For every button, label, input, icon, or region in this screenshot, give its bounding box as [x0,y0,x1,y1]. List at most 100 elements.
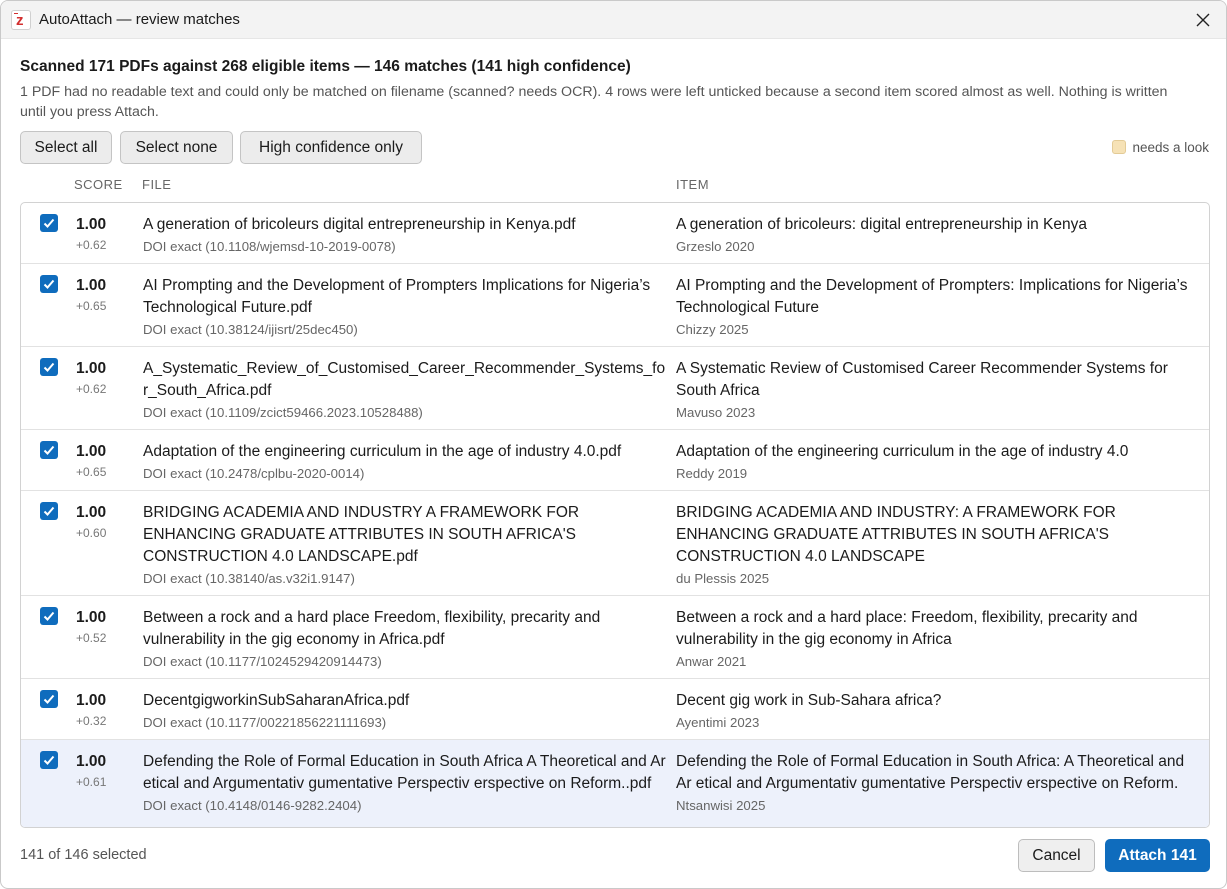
row-checkbox[interactable] [40,358,58,376]
item-author-year: Reddy 2019 [676,466,748,481]
item-title: A generation of bricoleurs: digital entr… [676,216,1088,233]
high-confidence-only-button[interactable]: High confidence only [240,131,422,164]
column-header-item[interactable]: ITEM [676,177,709,192]
item-author-year: Ntsanwisi 2025 [676,798,766,813]
checkmark-icon [43,611,55,621]
match-method: DOI exact (10.2478/cplbu-2020-0014) [143,466,365,481]
file-cell: DecentgigworkinSubSaharanAfrica.pdf DOI … [143,690,668,732]
table-row[interactable]: 1.00 +0.62 A_Systematic_Review_of_Custom… [21,347,1209,430]
match-method: DOI exact (10.1177/00221856221111693) [143,715,387,730]
row-checkbox[interactable] [40,690,58,708]
zotero-icon: z [11,10,31,30]
checkmark-icon [43,279,55,289]
checkmark-icon [43,694,55,704]
score-value: 1.00 [76,504,107,521]
column-header-score[interactable]: SCORE [74,177,123,192]
score-margin: +0.32 [76,714,107,728]
file-name: DecentgigworkinSubSaharanAfrica.pdf [143,692,410,709]
item-title: Decent gig work in Sub-Sahara africa? [676,692,942,709]
file-cell: A generation of bricoleurs digital entre… [143,214,668,256]
item-cell: AI Prompting and the Development of Prom… [676,275,1196,339]
table-row[interactable]: 1.00 +0.60 BRIDGING ACADEMIA AND INDUSTR… [21,491,1209,596]
file-name: AI Prompting and the Development of Prom… [143,277,651,316]
score-margin: +0.62 [76,382,107,396]
item-author-year: Mavuso 2023 [676,405,756,420]
matches-list[interactable]: 1.00 +0.62 A generation of bricoleurs di… [20,202,1210,828]
autoattach-dialog: z AutoAttach — review matches Scanned 17… [0,0,1227,889]
select-none-button[interactable]: Select none [120,131,233,164]
match-method: DOI exact (10.38140/as.v32i1.9147) [143,571,355,586]
table-row[interactable]: 1.00 +0.32 DecentgigworkinSubSaharanAfri… [21,679,1209,740]
table-row[interactable]: 1.00 +0.61 Defending the Role of Formal … [21,740,1209,827]
checkmark-icon [43,755,55,765]
score-value: 1.00 [76,216,107,233]
checkmark-icon [43,218,55,228]
summary-description: 1 PDF had no readable text and could onl… [20,84,1168,120]
row-checkbox[interactable] [40,607,58,625]
select-all-button[interactable]: Select all [20,131,112,164]
item-title: BRIDGING ACADEMIA AND INDUSTRY: A FRAMEW… [676,504,1116,565]
score-value: 1.00 [76,277,107,294]
file-name: Defending the Role of Formal Education i… [143,753,666,792]
file-name: BRIDGING ACADEMIA AND INDUSTRY A FRAMEWO… [143,504,580,565]
table-row[interactable]: 1.00 +0.65 AI Prompting and the Developm… [21,264,1209,347]
item-author-year: Chizzy 2025 [676,322,749,337]
row-checkbox[interactable] [40,441,58,459]
item-title: AI Prompting and the Development of Prom… [676,277,1188,316]
legend-label: needs a look [1132,140,1209,155]
table-row[interactable]: 1.00 +0.62 A generation of bricoleurs di… [21,203,1209,264]
match-method: DOI exact (10.38124/ijisrt/25dec450) [143,322,358,337]
score-margin: +0.65 [76,299,107,313]
match-method: DOI exact (10.1177/1024529420914473) [143,654,382,669]
row-checkbox[interactable] [40,214,58,232]
item-title: Adaptation of the engineering curriculum… [676,443,1129,460]
table-row[interactable]: 1.00 +0.65 Adaptation of the engineering… [21,430,1209,491]
checkmark-icon [43,445,55,455]
item-cell: Defending the Role of Formal Education i… [676,751,1196,815]
row-checkbox[interactable] [40,275,58,293]
score-value: 1.00 [76,753,107,770]
close-icon [1196,13,1210,27]
checkmark-icon [43,506,55,516]
item-cell: A generation of bricoleurs: digital entr… [676,214,1196,256]
item-title: A Systematic Review of Customised Career… [676,360,1168,399]
file-name: Between a rock and a hard place Freedom,… [143,609,601,648]
item-cell: BRIDGING ACADEMIA AND INDUSTRY: A FRAMEW… [676,502,1196,588]
column-header-file[interactable]: FILE [142,177,171,192]
row-checkbox[interactable] [40,502,58,520]
item-cell: Between a rock and a hard place: Freedom… [676,607,1196,671]
item-author-year: Grzeslo 2020 [676,239,755,254]
cancel-button[interactable]: Cancel [1018,839,1095,872]
summary-title: Scanned 171 PDFs against 268 eligible it… [20,58,631,75]
table-row[interactable]: 1.00 +0.52 Between a rock and a hard pla… [21,596,1209,679]
attach-button[interactable]: Attach 141 [1105,839,1210,872]
row-checkbox[interactable] [40,751,58,769]
file-name: Adaptation of the engineering curriculum… [143,443,622,460]
item-cell: A Systematic Review of Customised Career… [676,358,1196,422]
file-name: A_Systematic_Review_of_Customised_Career… [143,360,666,399]
score-margin: +0.62 [76,238,107,252]
item-author-year: du Plessis 2025 [676,571,770,586]
item-title: Defending the Role of Formal Education i… [676,753,1185,792]
score-margin: +0.60 [76,526,107,540]
item-author-year: Ayentimi 2023 [676,715,760,730]
item-cell: Adaptation of the engineering curriculum… [676,441,1196,483]
title-bar: z AutoAttach — review matches [1,1,1226,39]
file-name: A generation of bricoleurs digital entre… [143,216,576,233]
file-cell: Adaptation of the engineering curriculum… [143,441,668,483]
match-method: DOI exact (10.4148/0146-9282.2404) [143,798,362,813]
file-cell: Defending the Role of Formal Education i… [143,751,668,815]
window-title: AutoAttach — review matches [39,11,240,28]
legend: needs a look [1112,140,1209,155]
match-method: DOI exact (10.1108/wjemsd-10-2019-0078) [143,239,396,254]
score-value: 1.00 [76,609,107,626]
score-value: 1.00 [76,443,107,460]
file-cell: A_Systematic_Review_of_Customised_Career… [143,358,668,422]
score-margin: +0.52 [76,631,107,645]
close-button[interactable] [1190,7,1216,33]
selected-count: 141 of 146 selected [20,847,147,863]
score-margin: +0.65 [76,465,107,479]
item-cell: Decent gig work in Sub-Sahara africa? Ay… [676,690,1196,732]
legend-swatch [1112,140,1127,154]
score-value: 1.00 [76,692,107,709]
